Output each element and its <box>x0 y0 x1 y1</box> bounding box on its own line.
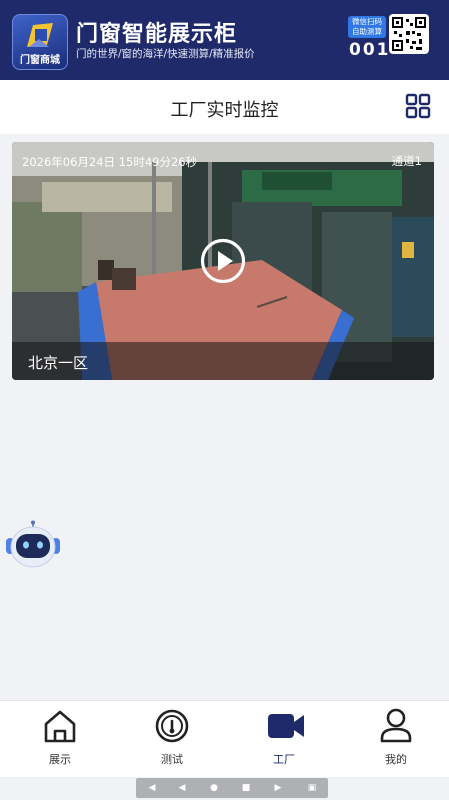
wechat-badge-line1: 微信扫码 <box>352 17 382 26</box>
video-location-label: 北京一区 <box>28 354 89 372</box>
logo-text: 门窗商城 <box>20 55 60 66</box>
logo-mark-icon <box>27 23 53 47</box>
tab-test-label: 测试 <box>161 753 183 766</box>
home-dot-icon[interactable]: ● <box>202 778 226 798</box>
robot-assistant-icon[interactable] <box>4 520 62 570</box>
tab-display[interactable]: 展示 <box>4 701 116 777</box>
system-nav-bar: ◀ ◀ ● ■ ▶ ▣ <box>136 778 328 798</box>
bottom-tab-bar: 展示 测试 工厂 我的 <box>0 700 449 777</box>
volume-up-icon[interactable]: ▶ <box>266 778 290 798</box>
video-camera-icon <box>268 714 304 738</box>
grid-view-icon[interactable] <box>405 93 431 119</box>
video-label-bar: 北京一区 <box>12 342 434 380</box>
tab-mine-label: 我的 <box>385 753 407 766</box>
page-title-bar: 工厂实时监控 <box>0 80 449 134</box>
back-icon[interactable]: ◀ <box>170 778 194 798</box>
tab-test[interactable]: 测试 <box>116 701 228 777</box>
app-subtitle: 门的世界/窗的海洋/快速测算/精准报价 <box>76 48 255 60</box>
app-header: 门窗商城 门窗智能展示柜 门的世界/窗的海洋/快速测算/精准报价 微信扫码 自助… <box>0 0 449 80</box>
recents-icon[interactable]: ■ <box>234 778 258 798</box>
gauge-icon <box>155 709 189 743</box>
page-title: 工厂实时监控 <box>170 100 279 121</box>
app-logo: 门窗商城 <box>12 14 68 70</box>
video-timestamp: 2026年06月24日 15时49分26秒 <box>22 155 198 169</box>
tab-mine[interactable]: 我的 <box>340 701 449 777</box>
tab-factory-label: 工厂 <box>273 753 295 766</box>
qr-code-icon[interactable] <box>389 14 429 54</box>
store-number: 001 <box>349 40 391 60</box>
screenshot-icon[interactable]: ▣ <box>300 778 324 798</box>
wechat-scan-badge: 微信扫码 自助测算 <box>348 16 386 38</box>
tab-factory[interactable]: 工厂 <box>228 701 340 777</box>
video-channel: 通道1 <box>391 154 422 168</box>
camera-video-player[interactable]: 2026年06月24日 15时49分26秒 通道1 北京一区 <box>12 142 434 380</box>
volume-down-icon[interactable]: ◀ <box>140 778 164 798</box>
app-title: 门窗智能展示柜 <box>76 22 238 47</box>
tab-display-label: 展示 <box>49 753 71 766</box>
wechat-badge-line2: 自助测算 <box>352 27 382 36</box>
user-icon <box>380 708 412 743</box>
home-icon <box>44 710 76 743</box>
play-icon[interactable] <box>200 238 246 284</box>
